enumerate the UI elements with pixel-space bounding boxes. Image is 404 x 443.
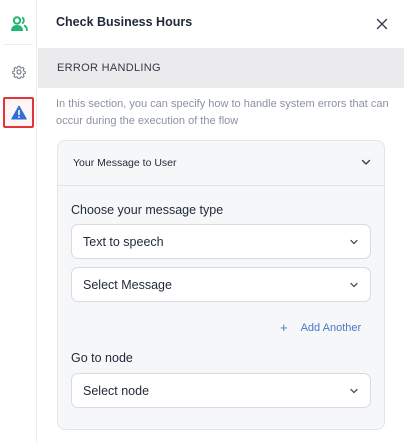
error-handling-panel: Check Business Hours ERROR HANDLING In t…: [38, 0, 404, 443]
rail-item-error-handling[interactable]: [3, 97, 34, 128]
users-icon: [10, 15, 28, 31]
chevron-down-icon: [350, 282, 358, 288]
gear-icon: [11, 65, 26, 79]
close-icon: [376, 18, 388, 30]
card-title: Your Message to User: [73, 157, 177, 169]
chevron-down-icon: [361, 159, 371, 165]
message-select-placeholder: Select Message: [83, 278, 172, 292]
rail-item-users[interactable]: [3, 8, 34, 39]
panel-header: Check Business Hours: [38, 0, 404, 47]
rail-divider: [4, 44, 33, 45]
card-header[interactable]: Your Message to User: [58, 141, 384, 186]
node-select[interactable]: Select node: [71, 373, 371, 408]
section-description: In this section, you can specify how to …: [56, 98, 389, 127]
go-to-node-label: Go to node: [71, 351, 133, 365]
add-another-button[interactable]: + Add Another: [280, 320, 361, 335]
message-type-value: Text to speech: [83, 235, 164, 249]
panel-title: Check Business Hours: [56, 15, 193, 29]
section-title: ERROR HANDLING: [57, 62, 161, 74]
message-to-user-card: Your Message to User Choose your message…: [57, 140, 385, 430]
left-rail: [0, 0, 37, 443]
chevron-down-icon: [350, 239, 358, 245]
message-type-select[interactable]: Text to speech: [71, 224, 371, 259]
message-type-label: Choose your message type: [71, 203, 224, 217]
message-select[interactable]: Select Message: [71, 267, 371, 302]
add-another-label: Add Another: [300, 321, 362, 334]
warning-icon: [10, 105, 27, 120]
rail-item-settings[interactable]: [3, 56, 34, 87]
node-select-placeholder: Select node: [83, 384, 150, 398]
section-header: ERROR HANDLING: [38, 48, 404, 88]
close-button[interactable]: [374, 16, 390, 32]
plus-icon: +: [280, 320, 288, 335]
chevron-down-icon: [350, 388, 358, 394]
